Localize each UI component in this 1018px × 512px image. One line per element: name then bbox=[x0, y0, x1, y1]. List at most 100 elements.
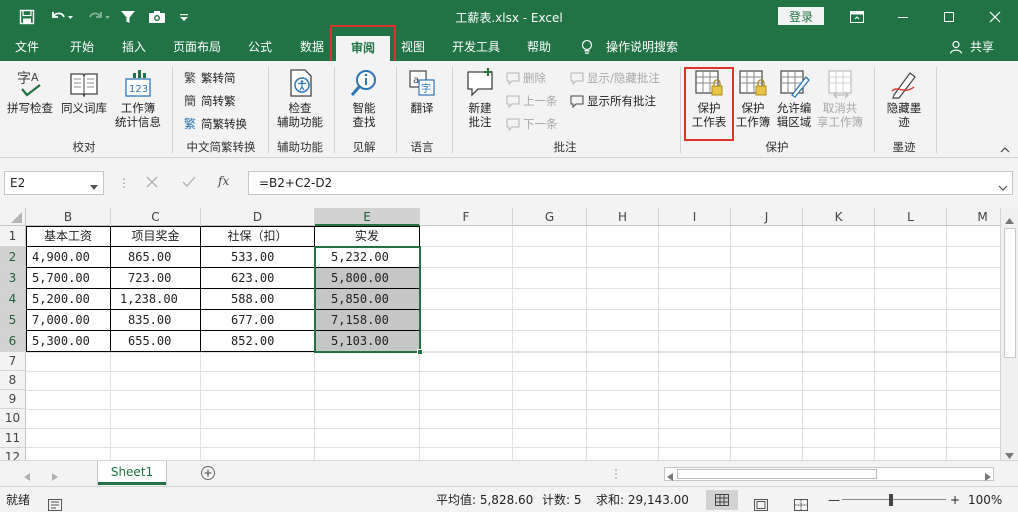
cell-d3[interactable]: 623.00 bbox=[201, 268, 315, 289]
row-header-3[interactable]: 3 bbox=[0, 268, 26, 289]
column-header-g[interactable]: G bbox=[513, 208, 587, 226]
spell-check-button[interactable]: 字A 拼写检查 bbox=[4, 67, 56, 115]
row-header-6[interactable]: 6 bbox=[0, 331, 26, 352]
ribbon-display-options-icon[interactable] bbox=[834, 0, 880, 33]
sheet-prev-icon[interactable] bbox=[24, 470, 30, 484]
cell-c4[interactable]: 1,238.00 bbox=[111, 289, 201, 310]
select-all-corner[interactable] bbox=[0, 208, 26, 226]
tab-data[interactable]: 数据 bbox=[290, 33, 334, 61]
collapse-ribbon-icon[interactable] bbox=[1000, 143, 1010, 157]
new-comment-button[interactable]: 新建 批注 bbox=[458, 67, 502, 129]
customize-qat-icon[interactable] bbox=[176, 0, 192, 33]
allow-edit-ranges-button[interactable]: 允许编 辑区域 bbox=[774, 69, 814, 129]
unshare-workbook-button[interactable]: 取消共 享工作簿 bbox=[814, 69, 866, 129]
maximize-icon[interactable] bbox=[926, 0, 972, 33]
check-accessibility-button[interactable]: 检查 辅助功能 bbox=[272, 67, 328, 129]
tab-developer[interactable]: 开发工具 bbox=[444, 33, 508, 61]
column-header-d[interactable]: D bbox=[201, 208, 315, 226]
cell-c3[interactable]: 723.00 bbox=[111, 268, 201, 289]
close-icon[interactable] bbox=[972, 0, 1018, 33]
cancel-edit-icon[interactable] bbox=[146, 176, 158, 191]
share-button[interactable]: 共享 bbox=[966, 33, 998, 61]
redo-icon[interactable] bbox=[82, 0, 116, 33]
cell-d4[interactable]: 588.00 bbox=[201, 289, 315, 310]
cell-e1[interactable]: 实发 bbox=[315, 226, 420, 247]
confirm-edit-icon[interactable] bbox=[182, 176, 196, 191]
smart-lookup-button[interactable]: 智能 查找 bbox=[340, 67, 388, 129]
column-header-e[interactable]: E bbox=[315, 208, 420, 226]
cell-e3[interactable]: 5,800.00 bbox=[315, 268, 420, 289]
expand-formula-icon[interactable] bbox=[998, 180, 1008, 194]
cell-b3[interactable]: 5,700.00 bbox=[26, 268, 111, 289]
row-header-7[interactable]: 7 bbox=[0, 352, 26, 371]
row-header-11[interactable]: 11 bbox=[0, 429, 26, 448]
simplified-to-traditional-button[interactable]: 簡 简转繁 bbox=[184, 92, 236, 110]
sheet-tab-sheet1[interactable]: Sheet1 bbox=[98, 461, 166, 485]
zoom-slider[interactable] bbox=[842, 499, 946, 500]
cell-b4[interactable]: 5,200.00 bbox=[26, 289, 111, 310]
cell-d1[interactable]: 社保（扣） bbox=[201, 226, 315, 247]
cell-e4[interactable]: 5,850.00 bbox=[315, 289, 420, 310]
cell-b6[interactable]: 5,300.00 bbox=[26, 331, 111, 352]
zoom-out-icon[interactable]: — bbox=[828, 487, 840, 512]
cell-b1[interactable]: 基本工资 bbox=[26, 226, 111, 247]
row-header-9[interactable]: 9 bbox=[0, 390, 26, 409]
tab-home[interactable]: 开始 bbox=[60, 33, 104, 61]
cell-c6[interactable]: 655.00 bbox=[111, 331, 201, 352]
row-header-5[interactable]: 5 bbox=[0, 310, 26, 331]
zoom-level[interactable]: 100% bbox=[968, 487, 1002, 512]
camera-icon[interactable] bbox=[146, 0, 168, 33]
horizontal-scroll-thumb[interactable] bbox=[677, 469, 877, 479]
normal-view-icon[interactable] bbox=[706, 490, 738, 510]
scroll-right-icon[interactable] bbox=[985, 470, 991, 484]
tab-insert[interactable]: 插入 bbox=[112, 33, 156, 61]
tab-formulas[interactable]: 公式 bbox=[238, 33, 282, 61]
row-header-1[interactable]: 1 bbox=[0, 226, 26, 247]
protect-workbook-button[interactable]: 保护 工作簿 bbox=[732, 69, 774, 129]
column-header-i[interactable]: I bbox=[659, 208, 731, 226]
login-button[interactable]: 登录 bbox=[778, 7, 824, 25]
show-hide-comment-button[interactable]: 显示/隐藏批注 bbox=[570, 69, 660, 87]
workbook-stats-button[interactable]: 123 工作簿 统计信息 bbox=[112, 67, 164, 129]
chinese-convert-button[interactable]: 繁 简繁转换 bbox=[184, 115, 247, 133]
filter-icon[interactable] bbox=[118, 0, 138, 33]
zoom-slider-thumb[interactable] bbox=[889, 494, 893, 506]
column-header-b[interactable]: B bbox=[26, 208, 111, 226]
cell-d5[interactable]: 677.00 bbox=[201, 310, 315, 331]
row-header-4[interactable]: 4 bbox=[0, 289, 26, 310]
traditional-to-simplified-button[interactable]: 繁 繁转简 bbox=[184, 69, 236, 87]
cell-e5[interactable]: 7,158.00 bbox=[315, 310, 420, 331]
cell-c2[interactable]: 865.00 bbox=[111, 247, 201, 268]
add-sheet-icon[interactable] bbox=[200, 465, 216, 484]
name-box[interactable]: E2 bbox=[4, 171, 104, 195]
next-comment-button[interactable]: 下一条 bbox=[506, 115, 558, 133]
column-header-c[interactable]: C bbox=[111, 208, 201, 226]
vertical-scrollbar[interactable] bbox=[1000, 208, 1018, 460]
row-header-10[interactable]: 10 bbox=[0, 409, 26, 429]
vertical-scroll-thumb[interactable] bbox=[1004, 228, 1016, 358]
cell-d2[interactable]: 533.00 bbox=[201, 247, 315, 268]
horizontal-scrollbar[interactable] bbox=[664, 467, 994, 481]
cell-e6[interactable]: 5,103.00 bbox=[315, 331, 420, 352]
column-header-j[interactable]: J bbox=[731, 208, 803, 226]
row-header-8[interactable]: 8 bbox=[0, 371, 26, 390]
cell-c5[interactable]: 835.00 bbox=[111, 310, 201, 331]
row-header-12[interactable]: 12 bbox=[0, 448, 26, 460]
column-header-h[interactable]: H bbox=[587, 208, 659, 226]
cell-b5[interactable]: 7,000.00 bbox=[26, 310, 111, 331]
translate-button[interactable]: a字 翻译 bbox=[400, 67, 444, 115]
scroll-left-icon[interactable] bbox=[667, 470, 673, 484]
undo-icon[interactable] bbox=[44, 0, 78, 33]
cell-d6[interactable]: 852.00 bbox=[201, 331, 315, 352]
page-break-view-icon[interactable] bbox=[794, 494, 808, 511]
tab-file[interactable]: 文件 bbox=[6, 33, 48, 61]
scroll-up-icon[interactable] bbox=[1005, 213, 1014, 227]
column-header-m[interactable]: M bbox=[947, 208, 1000, 226]
fill-handle[interactable] bbox=[417, 349, 423, 355]
name-box-dropdown-icon[interactable] bbox=[90, 180, 98, 194]
minimize-icon[interactable] bbox=[880, 0, 926, 33]
column-header-k[interactable]: K bbox=[803, 208, 875, 226]
sheet-next-icon[interactable] bbox=[52, 470, 58, 484]
page-layout-view-icon[interactable] bbox=[754, 494, 768, 511]
formula-input[interactable]: =B2+C2-D2 bbox=[248, 171, 1013, 195]
